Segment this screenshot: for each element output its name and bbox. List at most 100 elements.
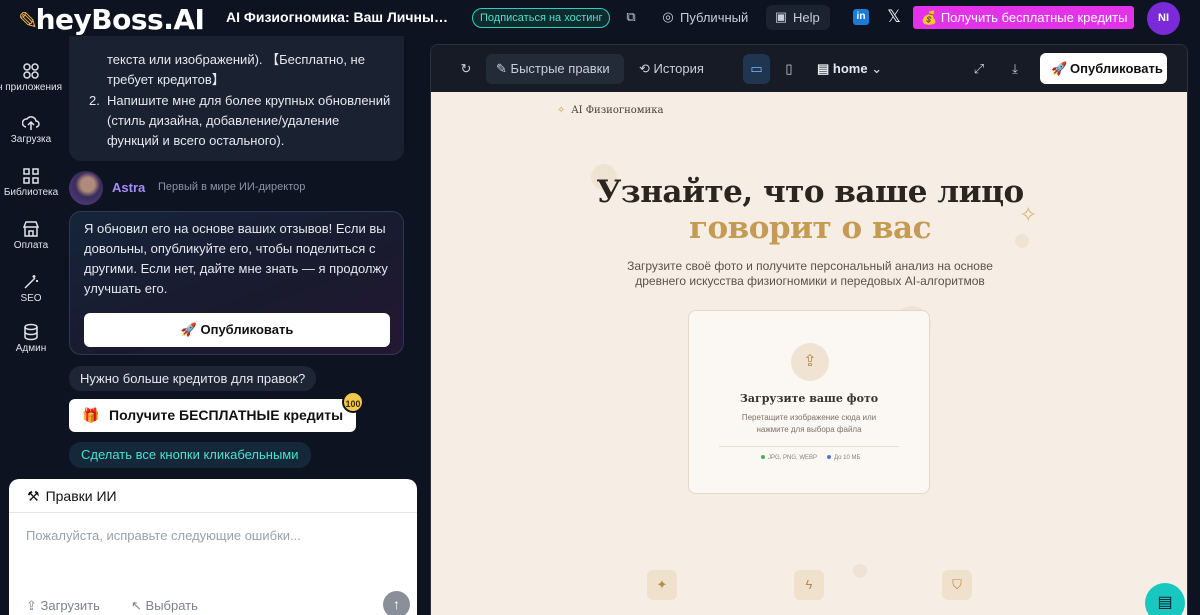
assistant-role: Первый в мире ИИ-директор (158, 181, 306, 193)
refresh-icon[interactable]: ↻ (456, 54, 476, 84)
database-icon (24, 323, 38, 341)
history-button[interactable]: ⟲ История (639, 54, 704, 84)
chevron-down-icon: ⌄ (871, 61, 883, 76)
formats-info: JPG, PNG, WEBP (761, 455, 817, 461)
apps-icon (23, 63, 39, 79)
need-more-credits-chip[interactable]: Нужно больше кредитов для правок? (69, 366, 317, 391)
message-text: функций и всего остального). (107, 133, 285, 148)
preview-panel: ↻ ✎ Быстрые правки ⟲ История ▭ ▯ ▤ home … (430, 44, 1188, 615)
ai-edits-input[interactable]: Пожалуйста, исправьте следующие ошибки..… (26, 528, 301, 543)
photo-upload-dropzone[interactable]: ⇪ Загрузите ваше фото Перетащите изображ… (688, 310, 930, 494)
lightning-feature-icon: ϟ (794, 570, 824, 600)
reply-text: улучшать его. (84, 281, 168, 296)
site-brand-text: AI Физиогномика (571, 105, 664, 116)
shield-feature-icon: ⛉ (942, 570, 972, 600)
assistant-avatar (69, 171, 103, 205)
project-title[interactable]: AI Физиогномика: Ваш Личный Анализ (226, 9, 452, 25)
gift-icon: 🎁 (82, 407, 100, 423)
hero-title-line1: Узнайте, что ваше лицо (596, 174, 1024, 210)
preview-publish-button[interactable]: 🚀 Опубликовать (1040, 53, 1167, 84)
select-button[interactable]: ↖ Выбрать (131, 598, 198, 614)
ai-edits-panel: ⚒ Правки ИИ Пожалуйста, исправьте следующ… (9, 479, 417, 615)
reply-text: Я обновил его на основе ваших отзывов! Е… (84, 221, 386, 236)
page-select-label: home (832, 61, 868, 76)
rail-item-app-design[interactable]: Дизайн приложения (0, 62, 62, 93)
mobile-view-icon[interactable]: ▯ (779, 54, 799, 84)
linkedin-icon[interactable]: in (853, 9, 869, 25)
store-icon (22, 221, 40, 237)
user-avatar[interactable]: NI (1147, 2, 1180, 35)
ai-edits-title: Правки ИИ (45, 488, 117, 504)
rail-item-admin[interactable]: Админ (0, 323, 62, 354)
make-buttons-clickable-chip[interactable]: Сделать все кнопки кликабельными (69, 442, 311, 468)
page-icon: ▤ (817, 61, 830, 76)
help-label: Help (793, 10, 820, 25)
assistant-name: Astra (112, 180, 146, 195)
upload-hint: Перетащите изображение сюда или (741, 413, 877, 422)
subscribe-hosting-button[interactable]: Подписаться на хостинг (472, 8, 611, 28)
free-credits-label: Получите БЕСПЛАТНЫЕ кредиты (109, 407, 344, 423)
get-free-credits-chat-button[interactable]: 🎁 Получите БЕСПЛАТНЫЕ кредиты (69, 399, 356, 432)
rail-item-seo[interactable]: SEO (0, 273, 62, 304)
public-toggle[interactable]: Публичный (680, 10, 748, 25)
rail-item-payment[interactable]: Оплата (0, 220, 62, 251)
rail-item-upload[interactable]: Загрузка (0, 114, 62, 145)
history-icon: ⟲ (639, 61, 650, 76)
divider (719, 446, 899, 447)
publish-label: Опубликовать (1070, 61, 1163, 76)
hero-title-line2: говорит о вас (688, 210, 932, 246)
preview-toolbar: ↻ ✎ Быстрые правки ⟲ История ▭ ▯ ▤ home … (431, 45, 1187, 92)
size-label: До 10 МБ (834, 455, 861, 461)
upload-icon: ⇪ (26, 598, 37, 613)
pencil-icon: ✎ (496, 61, 507, 76)
chat-publish-button[interactable]: 🚀 Опубликовать (84, 313, 390, 347)
top-bar: ✎heyBoss.AI AI Физиогномика: Ваш Личный … (0, 0, 1200, 36)
history-label: История (653, 61, 704, 76)
credits-100-badge: 100 (342, 391, 364, 413)
chat-icon: ▤ (1157, 594, 1173, 611)
message-text: (стиль дизайна, добавление/удаление (107, 113, 340, 128)
rail-label: Библиотека (3, 187, 59, 198)
grid-icon (23, 168, 39, 184)
rail-label: Дизайн приложения (0, 82, 62, 93)
quick-edits-button[interactable]: ✎ Быстрые правки (486, 54, 624, 84)
send-button[interactable]: ↑ (383, 591, 410, 615)
rail-label: SEO (20, 293, 42, 304)
site-brand[interactable]: ✧ AI Физиогномика (557, 105, 663, 116)
upload-button[interactable]: ⇪ Загрузить (26, 598, 100, 614)
logo-text: heyBoss.AI (35, 3, 205, 36)
reply-text: другими. Если нет, дайте мне знать — я п… (84, 261, 388, 276)
status-dot (827, 455, 831, 460)
formats-label: JPG, PNG, WEBP (768, 455, 818, 461)
upload-icon: ⇪ (791, 343, 829, 381)
globe-icon: ◎ (662, 9, 674, 24)
message-text: требует кредитов】 (107, 72, 225, 87)
status-dot (761, 455, 765, 460)
arrow-up-icon: ↑ (393, 596, 400, 612)
select-label: Выбрать (145, 598, 198, 613)
sparkle-icon: ✧ (557, 105, 566, 116)
hero-subtitle: древнего искусства физиогномики и передо… (635, 274, 985, 288)
credits-label: Получить бесплатные кредиты (940, 10, 1128, 25)
rocket-icon: 🚀 (1051, 61, 1068, 76)
heyboss-logo[interactable]: ✎heyBoss.AI (18, 3, 205, 36)
desktop-view-icon[interactable]: ▭ (743, 54, 770, 84)
upload-label: Загрузить (40, 598, 100, 613)
rail-label: Загрузка (10, 134, 52, 145)
rail-item-library[interactable]: Библиотека (0, 167, 62, 198)
get-free-credits-button[interactable]: 💰 Получить бесплатные кредиты (913, 6, 1134, 29)
quick-edits-label: Быстрые правки (510, 61, 610, 76)
x-twitter-icon[interactable]: 𝕏 (883, 6, 905, 28)
size-info: До 10 МБ (827, 455, 860, 461)
ai-edits-header: ⚒ Правки ИИ (9, 479, 417, 513)
expand-icon[interactable]: ⤢ (971, 54, 987, 84)
magic-wand-icon (24, 275, 38, 289)
message-text: текста или изображений). 【Бесплатно, не (107, 52, 365, 67)
copy-icon[interactable]: ⧉ (623, 9, 639, 25)
download-icon[interactable]: ⤓ (1007, 54, 1023, 84)
rail-label: Админ (15, 343, 47, 354)
message-text: Напишите мне для более крупных обновлени… (107, 93, 391, 108)
page-select[interactable]: ▤ home ⌄ (817, 54, 882, 84)
decor-circle (853, 564, 867, 578)
chat-widget-button[interactable]: ▤ (1145, 583, 1185, 615)
